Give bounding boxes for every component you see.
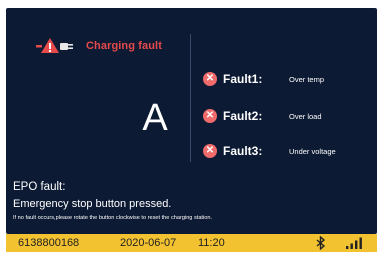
status-date: 2020-06-07 [120, 237, 177, 249]
fault-label: Fault2: [223, 109, 263, 123]
fault-value: Over load [289, 111, 322, 121]
fault-header: Charging fault [36, 37, 162, 55]
epo-title: EPO fault: [13, 181, 66, 193]
fault-row-3: ✕ Fault3: Under voltage [203, 144, 336, 158]
error-x-icon: ✕ [203, 109, 217, 123]
signal-strength-icon [346, 237, 362, 249]
epo-hint: If no fault occurs,please rotate the but… [13, 215, 213, 221]
fault-label: Fault3: [223, 144, 263, 158]
bluetooth-icon [316, 236, 326, 250]
charging-gun-warning-icon [36, 38, 73, 53]
charger-screen: Charging fault A ✕ Fault1: Over temp ✕ F… [0, 0, 383, 260]
epo-message: Emergency stop button pressed. [13, 198, 172, 210]
status-time: 11:20 [198, 237, 225, 249]
fault-row-1: ✕ Fault1: Over temp [203, 72, 324, 86]
fault-label: Fault1: [223, 72, 263, 86]
error-x-icon: ✕ [203, 144, 217, 158]
fault-title: Charging fault [86, 40, 162, 52]
fault-value: Over temp [289, 74, 325, 84]
error-x-icon: ✕ [203, 72, 217, 86]
status-bar: 6138800168 2020-06-07 11:20 [6, 234, 377, 252]
main-panel: Charging fault A ✕ Fault1: Over temp ✕ F… [6, 8, 377, 234]
station-id: 6138800168 [18, 237, 80, 249]
fault-value: Under voltage [289, 146, 336, 156]
gun-letter: A [142, 97, 168, 139]
vertical-divider [190, 34, 191, 162]
fault-row-2: ✕ Fault2: Over load [203, 109, 322, 123]
